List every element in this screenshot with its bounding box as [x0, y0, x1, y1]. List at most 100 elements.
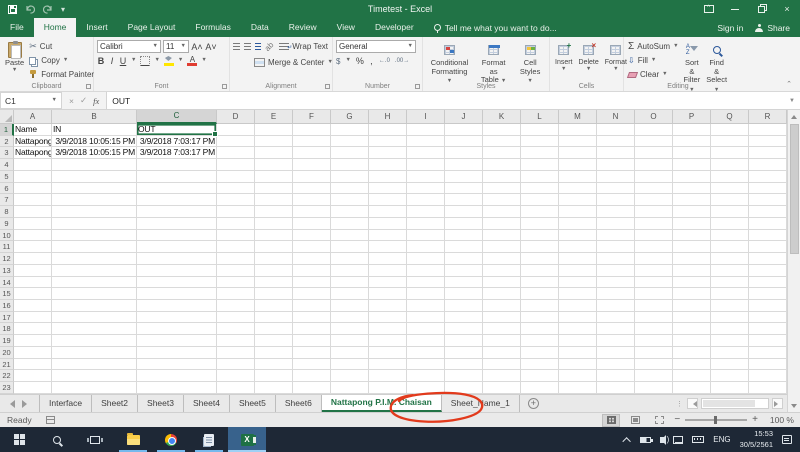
cell-E22[interactable] — [255, 370, 293, 382]
cell-E14[interactable] — [255, 277, 293, 289]
cell-B13[interactable] — [52, 265, 137, 277]
cell-I19[interactable] — [407, 335, 445, 347]
cell-J20[interactable] — [445, 347, 483, 359]
cell-I22[interactable] — [407, 370, 445, 382]
cell-H7[interactable] — [369, 194, 407, 206]
cell-Q8[interactable] — [711, 206, 749, 218]
cell-J9[interactable] — [445, 218, 483, 230]
cell-D8[interactable] — [217, 206, 255, 218]
cell-I18[interactable] — [407, 323, 445, 335]
cell-F15[interactable] — [293, 288, 331, 300]
cell-I9[interactable] — [407, 218, 445, 230]
cell-M22[interactable] — [559, 370, 597, 382]
cell-A15[interactable] — [14, 288, 52, 300]
cell-H6[interactable] — [369, 183, 407, 195]
cell-O5[interactable] — [635, 171, 673, 183]
cell-F22[interactable] — [293, 370, 331, 382]
cell-K14[interactable] — [483, 277, 521, 289]
row-header-12[interactable]: 12 — [0, 253, 14, 265]
column-header-M[interactable]: M — [559, 110, 597, 124]
cell-H15[interactable] — [369, 288, 407, 300]
cell-J4[interactable] — [445, 159, 483, 171]
cell-P1[interactable] — [673, 124, 711, 136]
cell-K13[interactable] — [483, 265, 521, 277]
autosum-button[interactable]: ΣAutoSum▼ — [627, 40, 680, 53]
cell-D22[interactable] — [217, 370, 255, 382]
cell-P14[interactable] — [673, 277, 711, 289]
column-header-C[interactable]: C — [137, 110, 217, 124]
cell-H19[interactable] — [369, 335, 407, 347]
cell-J11[interactable] — [445, 241, 483, 253]
cell-L10[interactable] — [521, 230, 559, 242]
cell-F10[interactable] — [293, 230, 331, 242]
number-format-combo[interactable]: General▼ — [336, 40, 416, 53]
row-header-8[interactable]: 8 — [0, 206, 14, 218]
cell-D20[interactable] — [217, 347, 255, 359]
sheet-tab-sheet3[interactable]: Sheet3 — [138, 395, 184, 412]
cell-C18[interactable] — [137, 323, 217, 335]
cell-J16[interactable] — [445, 300, 483, 312]
speaker-icon[interactable] — [660, 437, 664, 443]
cell-L23[interactable] — [521, 382, 559, 394]
cell-O15[interactable] — [635, 288, 673, 300]
delete-cells-button[interactable]: Delete ▼ — [577, 40, 601, 74]
cell-D18[interactable] — [217, 323, 255, 335]
cell-A16[interactable] — [14, 300, 52, 312]
cell-O12[interactable] — [635, 253, 673, 265]
cell-O16[interactable] — [635, 300, 673, 312]
row-header-22[interactable]: 22 — [0, 370, 14, 382]
cell-I12[interactable] — [407, 253, 445, 265]
ribbon-display-options-button[interactable] — [696, 0, 722, 18]
start-button[interactable] — [0, 427, 38, 452]
alignment-dialog-launcher[interactable] — [325, 84, 330, 89]
cell-I6[interactable] — [407, 183, 445, 195]
cell-E1[interactable] — [255, 124, 293, 136]
cell-P12[interactable] — [673, 253, 711, 265]
cell-R15[interactable] — [749, 288, 787, 300]
cell-K23[interactable] — [483, 382, 521, 394]
cell-F4[interactable] — [293, 159, 331, 171]
cell-R19[interactable] — [749, 335, 787, 347]
row-header-16[interactable]: 16 — [0, 300, 14, 312]
cell-M23[interactable] — [559, 382, 597, 394]
column-header-D[interactable]: D — [217, 110, 255, 124]
cell-L16[interactable] — [521, 300, 559, 312]
cell-E23[interactable] — [255, 382, 293, 394]
cell-K2[interactable] — [483, 136, 521, 148]
cell-A17[interactable] — [14, 312, 52, 324]
cell-J7[interactable] — [445, 194, 483, 206]
cell-O14[interactable] — [635, 277, 673, 289]
cell-Q20[interactable] — [711, 347, 749, 359]
cell-F5[interactable] — [293, 171, 331, 183]
wrap-text-button[interactable]: Wrap Text — [278, 40, 329, 53]
cell-B21[interactable] — [52, 359, 137, 371]
number-dialog-launcher[interactable] — [415, 84, 420, 89]
cell-H17[interactable] — [369, 312, 407, 324]
cell-C15[interactable] — [137, 288, 217, 300]
cell-M12[interactable] — [559, 253, 597, 265]
cell-R9[interactable] — [749, 218, 787, 230]
column-header-J[interactable]: J — [445, 110, 483, 124]
cell-O7[interactable] — [635, 194, 673, 206]
merge-center-button[interactable]: Merge & Center▼ — [253, 56, 334, 69]
cell-G20[interactable] — [331, 347, 369, 359]
cell-F14[interactable] — [293, 277, 331, 289]
zoom-level[interactable]: 100 % — [764, 415, 794, 425]
cell-E10[interactable] — [255, 230, 293, 242]
cell-G13[interactable] — [331, 265, 369, 277]
cell-B7[interactable] — [52, 194, 137, 206]
cell-R23[interactable] — [749, 382, 787, 394]
cell-G19[interactable] — [331, 335, 369, 347]
bold-button[interactable]: B — [97, 56, 105, 66]
cell-D11[interactable] — [217, 241, 255, 253]
task-view-button[interactable] — [76, 427, 114, 452]
cell-H16[interactable] — [369, 300, 407, 312]
tab-insert[interactable]: Insert — [76, 18, 117, 37]
cell-A7[interactable] — [14, 194, 52, 206]
cell-C10[interactable] — [137, 230, 217, 242]
comma-style-button[interactable]: , — [369, 56, 374, 66]
italic-button[interactable]: I — [109, 56, 115, 66]
cell-H21[interactable] — [369, 359, 407, 371]
cell-P3[interactable] — [673, 147, 711, 159]
cell-I20[interactable] — [407, 347, 445, 359]
